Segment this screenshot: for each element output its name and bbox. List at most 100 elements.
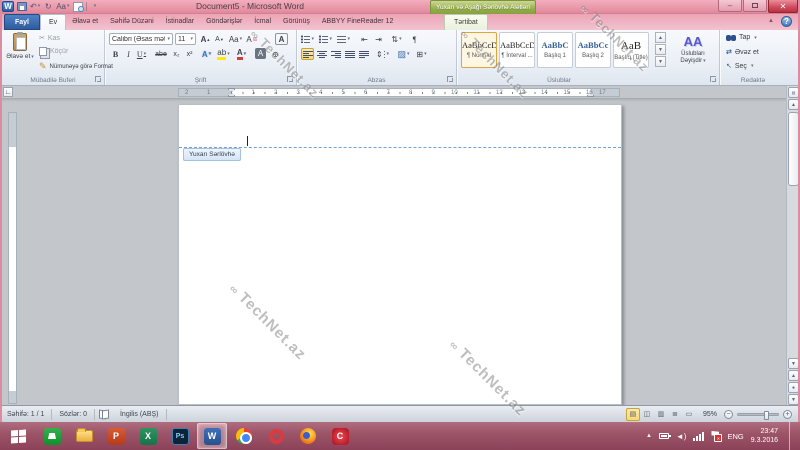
bold-button[interactable]: B [109,48,122,60]
taskbar-windows-store[interactable] [37,423,67,449]
style-heading2[interactable]: AaBbCc Başlıq 2 [575,32,611,68]
taskbar-chrome[interactable] [229,423,259,449]
print-preview-icon[interactable] [73,2,83,12]
shrink-font-button[interactable]: A▼ [213,33,226,45]
style-no-spacing[interactable]: AaBbCcDc ¶ İnterval ... [499,32,535,68]
tab-home[interactable]: Ev [40,14,66,30]
tab-page-layout[interactable]: Səhifə Düzəni [104,14,160,30]
word-count-status[interactable]: Sözlər: 0 [52,411,94,418]
hidden-icons-arrow[interactable]: ▲ [646,433,652,439]
justify-button[interactable] [343,48,356,60]
sort-button[interactable]: ⇅ [390,33,403,45]
clipboard-dialog-launcher[interactable] [95,76,101,82]
font-color-button[interactable]: A [235,48,248,60]
font-name-combobox[interactable]: Calibri (Əsas mət▾ [109,33,173,45]
zoom-slider-thumb[interactable] [764,411,769,420]
taskbar-opera[interactable] [261,423,291,449]
strikethrough-button[interactable]: abe [153,48,169,60]
superscript-button[interactable]: x² [183,48,196,60]
outline-view-button[interactable]: ≣ [668,408,682,421]
action-center-flag-icon[interactable] [711,431,720,441]
text-effects-button[interactable]: A [200,48,213,60]
taskbar-clock[interactable]: 23:47 9.3.2016 [751,427,778,446]
restore-button[interactable] [743,0,767,12]
undo-icon[interactable]: ↶ [30,1,40,12]
cut-button[interactable]: ✂ Kas [39,34,60,42]
subscript-button[interactable]: x₂ [170,48,183,60]
show-desktop-button[interactable] [789,422,794,450]
borders-button[interactable]: ⊞ [415,48,428,60]
taskbar-powerpoint[interactable]: P [101,423,131,449]
fullscreen-reading-view-button[interactable]: ◫ [640,408,654,421]
spellcheck-icon[interactable] [99,410,109,418]
copy-button[interactable]: Köçür [39,47,68,56]
taskbar-firefox[interactable] [293,423,323,449]
taskbar-file-explorer[interactable] [69,423,99,449]
font-style-icon[interactable]: Aa [56,1,69,12]
close-button[interactable]: ✕ [768,0,798,13]
format-painter-button[interactable]: ✎ Nümunəyə görə Format [39,61,113,72]
customize-qat-icon[interactable] [90,1,100,12]
zoom-out-button[interactable]: − [724,410,733,419]
change-case-button[interactable]: Aa [229,33,242,45]
styles-gallery-expand[interactable]: ▼ [655,56,666,67]
battery-icon[interactable] [659,433,669,439]
font-dialog-launcher[interactable] [287,76,293,82]
tab-file[interactable]: Fayl [4,14,40,30]
taskbar-red-app[interactable]: C [325,423,355,449]
character-border-button[interactable]: A [275,33,288,45]
clear-formatting-button[interactable]: A [245,33,258,45]
grow-font-button[interactable]: A▲ [199,33,212,45]
enclose-characters-button[interactable]: ⊕ [269,48,282,60]
zoom-slider[interactable] [737,413,779,416]
decrease-indent-button[interactable]: ⇤ [358,33,371,45]
redo-icon[interactable]: ↻ [43,1,53,12]
multilevel-list-button[interactable] [337,33,350,45]
save-icon[interactable] [17,2,27,11]
show-formatting-marks-button[interactable]: ¶ [408,33,421,45]
horizontal-ruler[interactable]: 2 1 12345678910111213141516 17 [178,88,620,97]
italic-button[interactable]: I [122,48,135,60]
speaker-icon[interactable]: ◄) [676,432,687,441]
word-logo-icon[interactable]: W [2,1,14,12]
tab-stop-selector[interactable]: ∟ [3,87,13,97]
find-button[interactable]: Tap [726,34,757,41]
style-normal[interactable]: AaBbCcDc ¶ Normal [461,32,497,68]
highlight-color-button[interactable]: ab [217,48,230,60]
tab-review[interactable]: İcmal [248,14,277,30]
align-right-button[interactable] [329,48,342,60]
style-title[interactable]: AaB Başlıq (Title) [613,32,649,68]
tab-view[interactable]: Görünüş [277,14,316,30]
change-styles-button[interactable]: AA Üslubları Dəyişdir [671,34,715,65]
paste-button[interactable]: Əlavə et [5,33,35,60]
tab-references[interactable]: İstinadlar [160,14,200,30]
character-shading-button[interactable]: A [255,48,266,59]
line-spacing-button[interactable]: ⇕ [376,48,389,60]
tab-abbyy[interactable]: ABBYY FineReader 12 [316,14,399,30]
tab-mailings[interactable]: Göndərişlər [200,14,248,30]
language-status[interactable]: İngilis (ABŞ) [113,411,166,418]
zoom-level[interactable]: 95% [696,411,724,418]
minimize-button[interactable]: – [718,0,742,12]
start-button[interactable] [1,423,35,449]
select-button[interactable]: ↖ Seç [726,62,753,70]
shading-button[interactable]: ▨ [397,48,410,60]
styles-dialog-launcher[interactable] [710,76,716,82]
web-layout-view-button[interactable]: ▥ [654,408,668,421]
draft-view-button[interactable]: ▭ [682,408,696,421]
style-heading1[interactable]: AaBbC Başlıq 1 [537,32,573,68]
increase-indent-button[interactable]: ⇥ [372,33,385,45]
tab-insert[interactable]: Əlavə et [66,14,104,30]
font-size-combobox[interactable]: 11▾ [175,33,196,45]
styles-scroll-up[interactable]: ▲ [655,32,666,43]
taskbar-photoshop[interactable]: Ps [165,423,195,449]
align-center-button[interactable] [315,48,328,60]
network-icon[interactable] [693,432,704,441]
zoom-in-button[interactable]: + [783,410,792,419]
help-icon[interactable]: ? [781,16,792,27]
bullets-button[interactable] [301,33,314,45]
tab-header-footer-design[interactable]: Tərtibat [444,14,488,30]
numbering-button[interactable] [319,33,332,45]
align-left-button[interactable] [301,48,314,60]
minimize-ribbon-icon[interactable]: ▲ [768,18,774,24]
